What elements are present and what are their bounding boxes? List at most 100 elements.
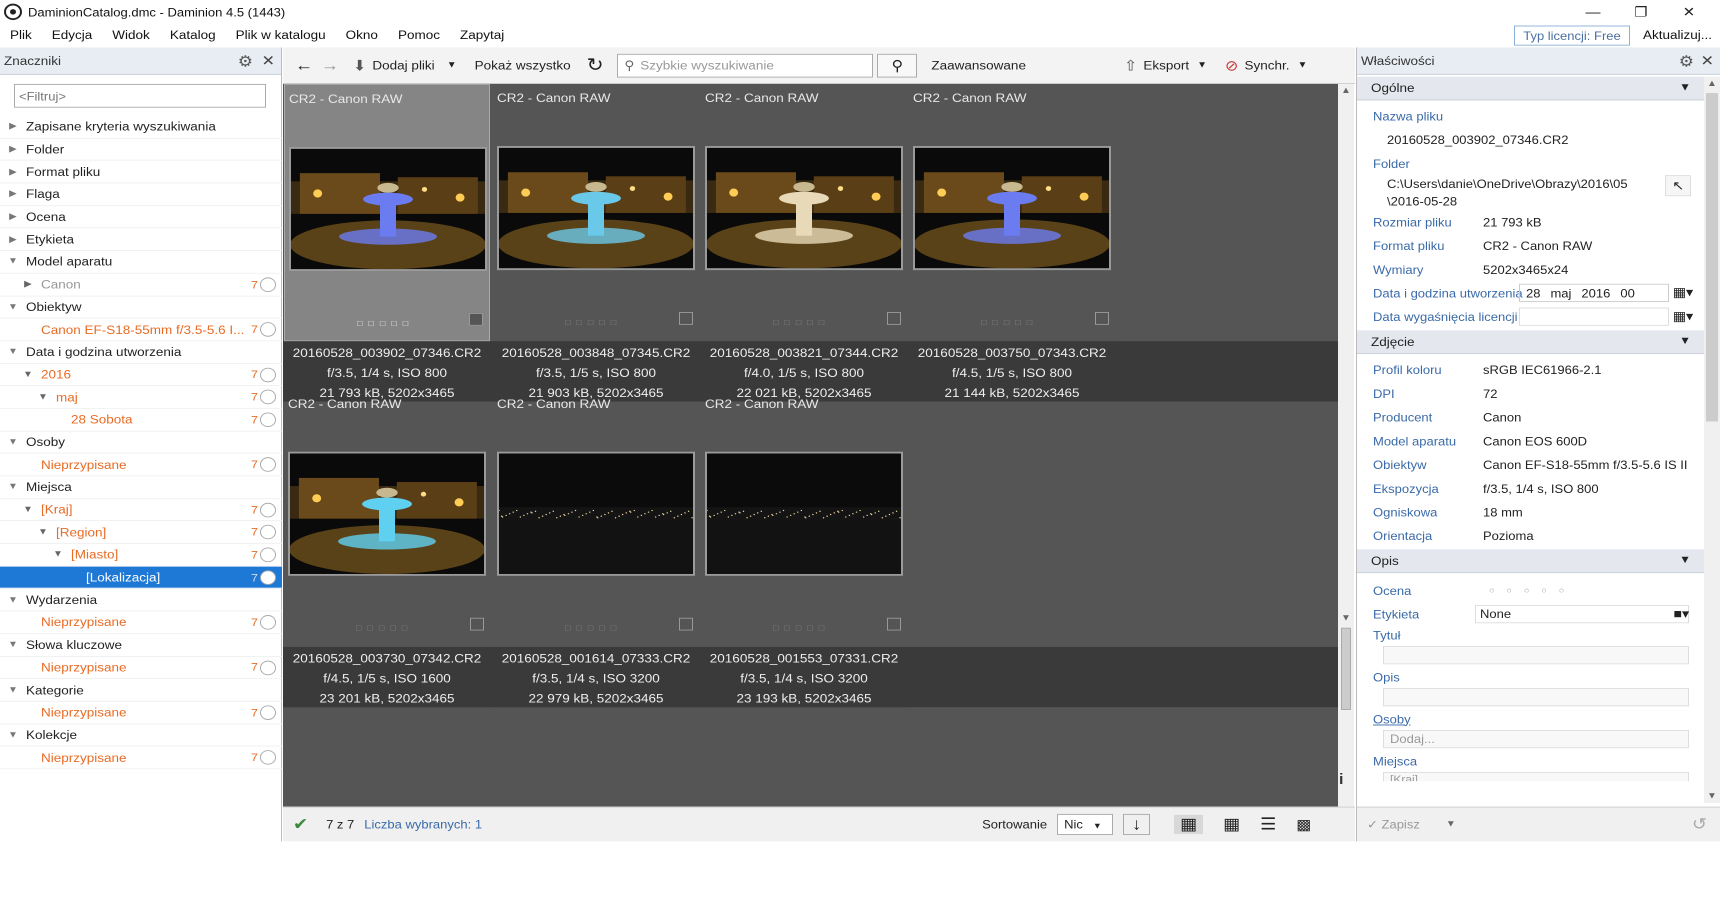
minimize-button[interactable]: — (1570, 0, 1616, 24)
undo-icon[interactable]: ↺ (1692, 815, 1707, 834)
tree-item[interactable]: ▼ maj 7 (0, 386, 282, 409)
tree-item[interactable]: ▶ Ocena (0, 206, 282, 229)
tree-item[interactable]: Nieprzypisane 7 (0, 657, 282, 680)
rating-dots[interactable]: □□□□□ (773, 318, 830, 327)
include-toggle-icon[interactable] (260, 367, 276, 382)
expanded-arrow-icon[interactable]: ▼ (21, 505, 35, 515)
expanded-arrow-icon[interactable]: ▼ (6, 640, 20, 650)
thumbnail-cell[interactable]: CR2 - Canon RAW □□□□□ (701, 390, 907, 647)
tree-item[interactable]: ▼ Wydarzenia (0, 589, 282, 612)
close-window-button[interactable]: ✕ (1666, 0, 1712, 24)
include-toggle-icon[interactable] (260, 277, 276, 292)
collapsed-arrow-icon[interactable]: ▶ (6, 144, 20, 154)
expanded-arrow-icon[interactable]: ▼ (6, 482, 20, 492)
section-general[interactable]: Ogólne ▼ (1357, 76, 1705, 101)
rating-dots[interactable]: □□□□□ (981, 318, 1038, 327)
close-icon[interactable]: ✕ (262, 52, 275, 70)
tree-item[interactable]: Nieprzypisane 7 (0, 454, 282, 477)
description-field[interactable] (1383, 688, 1689, 707)
expanded-arrow-icon[interactable]: ▼ (6, 730, 20, 740)
update-link[interactable]: Aktualizuj... (1643, 24, 1712, 48)
label-select[interactable]: None (1475, 604, 1689, 624)
expiry-date-field[interactable] (1519, 307, 1669, 326)
add-files-button[interactable]: ⬇ Dodaj pliki ▼ (353, 56, 457, 74)
rating-dots[interactable]: □□□□□ (356, 623, 413, 632)
filmstrip-view-icon[interactable]: ▩ (1296, 815, 1311, 833)
tree-item[interactable]: ▼ Słowa kluczowe (0, 634, 282, 657)
include-toggle-icon[interactable] (260, 705, 276, 720)
created-date-field[interactable]: 28 maj 2016 00 (1519, 283, 1669, 303)
thumbnail-image[interactable] (705, 451, 903, 576)
tree-item[interactable]: ▼ [Kraj] 7 (0, 499, 282, 522)
menu-file-in-catalog[interactable]: Plik w katalogu (226, 24, 336, 48)
filter-input[interactable] (14, 83, 266, 108)
collapsed-arrow-icon[interactable]: ▶ (6, 189, 20, 199)
tree-item[interactable]: ▼ Miejsca (0, 476, 282, 499)
expanded-arrow-icon[interactable]: ▼ (6, 685, 20, 695)
search-button[interactable]: ⚲ (877, 53, 918, 78)
save-button[interactable]: ✓ Zapisz (1367, 817, 1420, 832)
title-field[interactable] (1383, 646, 1689, 665)
tree-item[interactable]: Nieprzypisane 7 (0, 702, 282, 725)
people-label[interactable]: Osoby (1373, 712, 1411, 726)
tree-item[interactable]: ▼ [Miasto] 7 (0, 544, 282, 567)
expanded-arrow-icon[interactable]: ▼ (6, 595, 20, 605)
select-checkbox[interactable] (887, 312, 901, 325)
select-checkbox[interactable] (679, 312, 693, 325)
calendar-icon[interactable]: ▦▾ (1673, 285, 1693, 301)
tree-item[interactable]: ▼ Kolekcje (0, 724, 282, 747)
thumbnail-cell[interactable]: CR2 - Canon RAW □□□□□ (909, 84, 1115, 341)
include-toggle-icon[interactable] (260, 660, 276, 675)
thumbnail-cell[interactable]: CR2 - Canon RAW □□□□□ (493, 84, 699, 341)
restore-button[interactable]: ❐ (1618, 0, 1664, 24)
gear-icon[interactable]: ⚙ (1679, 53, 1694, 71)
include-toggle-icon[interactable] (260, 570, 276, 585)
select-checkbox[interactable] (469, 312, 483, 326)
menu-window[interactable]: Okno (336, 24, 388, 48)
menu-edit[interactable]: Edycja (42, 24, 103, 48)
grid-large-view-icon[interactable]: ▦ (1174, 814, 1204, 835)
tree-item[interactable]: ▼ Data i godzina utworzenia (0, 341, 282, 364)
license-type-button[interactable]: Typ licencji: Free (1514, 25, 1630, 46)
select-checkbox[interactable] (1095, 312, 1109, 325)
thumbnail-image[interactable] (289, 146, 487, 272)
show-all-button[interactable]: Pokaż wszystko (475, 58, 571, 72)
gear-icon[interactable]: ⚙ (238, 53, 253, 71)
include-toggle-icon[interactable] (260, 615, 276, 630)
thumbnail-cell[interactable]: CR2 - Canon RAW □□□□□ (493, 390, 699, 647)
tree-item[interactable]: ▶ Format pliku (0, 161, 282, 184)
tree-item[interactable]: 28 Sobota 7 (0, 409, 282, 432)
thumbnail-cell[interactable]: CR2 - Canon RAW □□□□□ (284, 390, 490, 647)
include-toggle-icon[interactable] (260, 502, 276, 518)
rating-dots[interactable]: □□□□□ (565, 318, 622, 327)
sort-select[interactable]: Nic ▼ (1057, 813, 1114, 835)
tree-item[interactable]: Nieprzypisane 7 (0, 611, 282, 635)
quick-search-input[interactable]: ⚲ Szybkie wyszukiwanie (617, 53, 874, 78)
thumbnail-cell[interactable]: CR2 - Canon RAW □□□□□ (284, 83, 490, 342)
section-description[interactable]: Opis ▼ (1357, 549, 1705, 574)
tree-item[interactable]: [Lokalizacja] 7 (0, 566, 282, 589)
expanded-arrow-icon[interactable]: ▼ (36, 392, 50, 402)
rating-dots[interactable]: ○○○○○ (1489, 586, 1576, 595)
back-arrow-icon[interactable]: ← (295, 56, 313, 75)
menu-view[interactable]: Widok (102, 24, 160, 48)
rating-dots[interactable]: □□□□□ (565, 623, 622, 632)
export-button[interactable]: ⇧ Eksport ▼ (1124, 56, 1207, 74)
include-toggle-icon[interactable] (260, 389, 276, 405)
info-icon[interactable]: i (1339, 772, 1343, 788)
select-checkbox[interactable] (887, 617, 901, 631)
checkmark-icon[interactable]: ✔ (293, 815, 308, 834)
collapsed-arrow-icon[interactable]: ▶ (6, 234, 20, 244)
menu-catalog[interactable]: Katalog (160, 24, 226, 48)
tree-item[interactable]: ▼ [Region] 7 (0, 521, 282, 544)
forward-arrow-icon[interactable]: → (321, 56, 339, 75)
expanded-arrow-icon[interactable]: ▼ (36, 527, 50, 537)
menu-help[interactable]: Pomoc (388, 24, 450, 48)
refresh-icon[interactable]: ↻ (587, 54, 604, 77)
expanded-arrow-icon[interactable]: ▼ (6, 257, 20, 267)
select-checkbox[interactable] (679, 617, 693, 631)
advanced-search-button[interactable]: Zaawansowane (931, 58, 1026, 72)
rating-dots[interactable]: □□□□□ (357, 318, 414, 327)
thumbnail-cell[interactable]: CR2 - Canon RAW □□□□□ (701, 84, 907, 341)
tree-item[interactable]: ▶ Zapisane kryteria wyszukiwania (0, 116, 282, 139)
